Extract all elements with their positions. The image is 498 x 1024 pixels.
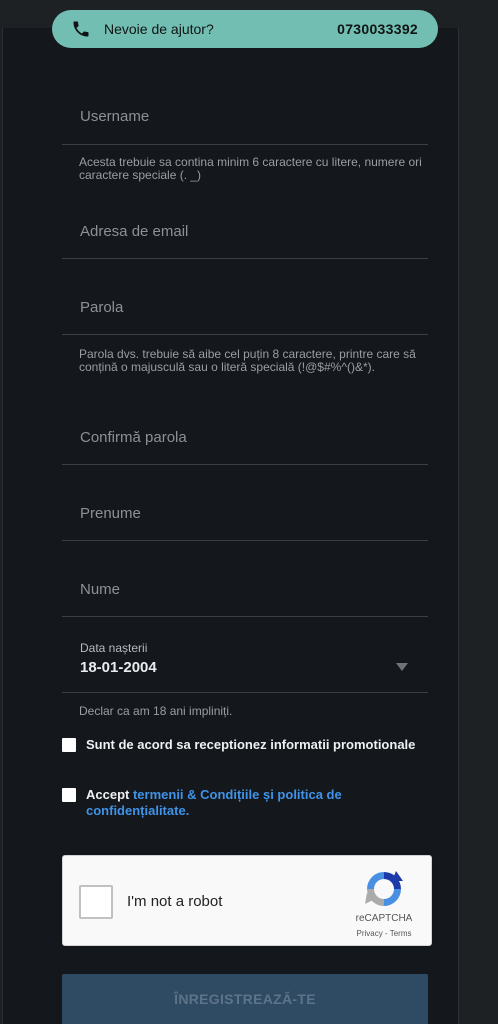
signup-page: Nevoie de ajutor? 0730033392 Username Ac… [0, 0, 498, 1024]
dob-select[interactable]: Data nașterii 18-01-2004 [62, 630, 428, 693]
recaptcha-terms-link[interactable]: Terms [390, 929, 412, 938]
terms-consent-row[interactable]: Accept termenii & Condițiile și politica… [62, 787, 428, 819]
age-declaration: Declar ca am 18 ani impliniți. [79, 704, 233, 718]
chevron-down-icon[interactable] [396, 663, 408, 671]
terms-suffix: . [185, 803, 190, 818]
email-label: Adresa de email [80, 223, 189, 240]
password-label: Parola [80, 299, 124, 316]
dob-label: Data nașterii [80, 641, 148, 655]
confirm-password-label: Confirmă parola [80, 429, 187, 446]
recaptcha-logo-icon [363, 868, 405, 910]
password-field[interactable]: Parola [62, 280, 428, 335]
help-phone-number[interactable]: 0730033392 [337, 21, 418, 37]
terms-prefix: Accept [86, 787, 133, 802]
recaptcha-separator: - [382, 929, 390, 938]
recaptcha-widget: I'm not a robot reCAPTCHA Privacy - Term… [62, 855, 432, 946]
first-name-field[interactable]: Prenume [62, 486, 428, 541]
help-text: Nevoie de ajutor? [104, 21, 214, 37]
confirm-password-field[interactable]: Confirmă parola [62, 410, 428, 465]
terms-consent-label: Accept termenii & Condițiile și politica… [86, 787, 428, 819]
promo-consent-row[interactable]: Sunt de acord sa receptionez informatii … [62, 737, 428, 753]
register-button[interactable]: ÎNREGISTREAZĂ-TE [62, 974, 428, 1024]
password-hint: Parola dvs. trebuie să aibe cel puțin 8 … [79, 347, 416, 374]
phone-icon [70, 18, 92, 40]
last-name-label: Nume [80, 581, 121, 598]
email-field[interactable]: Adresa de email [62, 204, 428, 259]
recaptcha-checkbox[interactable] [79, 885, 113, 919]
terms-consent-checkbox[interactable] [62, 788, 76, 802]
last-name-field[interactable]: Nume [62, 562, 428, 617]
help-contact-bar[interactable]: Nevoie de ajutor? 0730033392 [52, 10, 438, 48]
recaptcha-brand: reCAPTCHA [355, 913, 413, 924]
promo-consent-checkbox[interactable] [62, 738, 76, 752]
username-label: Username [80, 108, 150, 125]
username-hint: Acesta trebuie sa contina minim 6 caract… [79, 155, 422, 182]
dob-value: 18-01-2004 [80, 659, 157, 676]
recaptcha-links: Privacy - Terms [343, 929, 425, 938]
username-field[interactable]: Username [62, 90, 428, 145]
recaptcha-label: I'm not a robot [127, 893, 223, 910]
recaptcha-privacy-link[interactable]: Privacy [357, 929, 383, 938]
first-name-label: Prenume [80, 505, 141, 522]
promo-consent-label: Sunt de acord sa receptionez informatii … [86, 737, 416, 752]
